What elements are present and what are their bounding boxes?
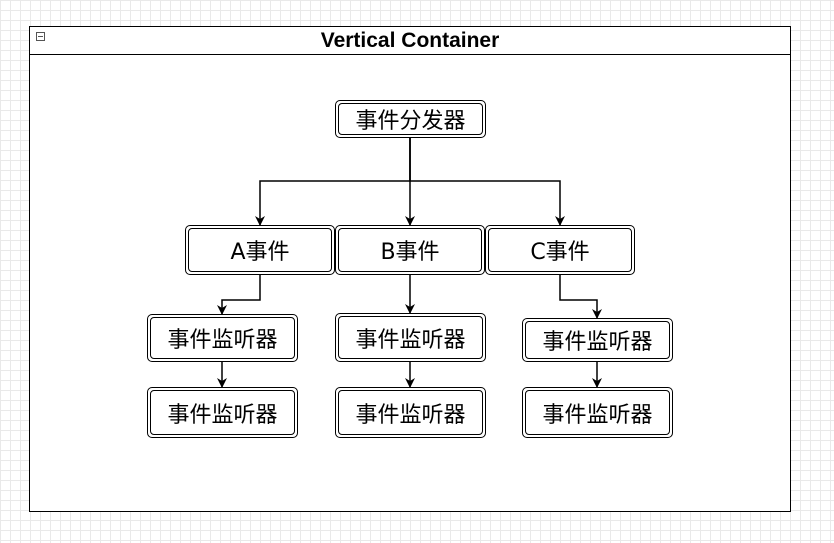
edge-dispatcher-to-a [255, 138, 411, 226]
event-a-node[interactable]: A事件 [185, 225, 335, 275]
listener-b2-label: 事件监听器 [338, 390, 483, 435]
diagram-canvas: Vertical Container 事件分发器 A事件 B事件 C事件 事件监… [0, 0, 834, 543]
listener-b1-label: 事件监听器 [338, 316, 483, 359]
event-c-label: C事件 [488, 228, 632, 272]
dispatcher-label: 事件分发器 [338, 103, 483, 135]
listener-c1-node[interactable]: 事件监听器 [522, 318, 673, 362]
listener-a1-node[interactable]: 事件监听器 [147, 314, 298, 362]
listener-c2-label: 事件监听器 [525, 390, 670, 435]
listener-a1-label: 事件监听器 [150, 317, 295, 359]
event-b-label: B事件 [338, 228, 482, 272]
edge-a-to-listener [217, 275, 261, 315]
dispatcher-node[interactable]: 事件分发器 [335, 100, 486, 138]
edge-c-to-listener [559, 275, 602, 319]
event-b-node[interactable]: B事件 [335, 225, 485, 275]
listener-c1-label: 事件监听器 [525, 321, 670, 359]
event-c-node[interactable]: C事件 [485, 225, 635, 275]
listener-a2-label: 事件监听器 [150, 390, 295, 435]
listener-b2-node[interactable]: 事件监听器 [335, 387, 486, 438]
listener-a2-node[interactable]: 事件监听器 [147, 387, 298, 438]
listener-b1-node[interactable]: 事件监听器 [335, 313, 486, 362]
edge-dispatcher-to-c [409, 138, 565, 226]
listener-c2-node[interactable]: 事件监听器 [522, 387, 673, 438]
event-a-label: A事件 [188, 228, 332, 272]
